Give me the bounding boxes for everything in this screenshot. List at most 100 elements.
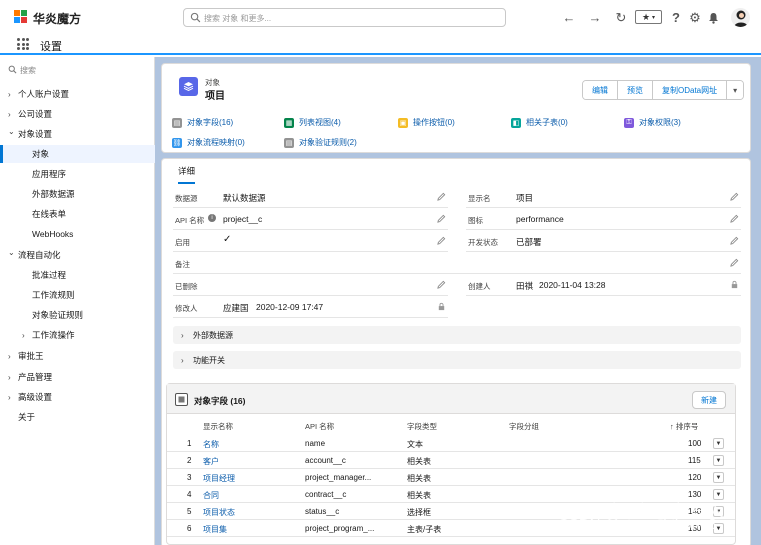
app-title: 设置 [40,41,62,53]
copy-odata-url-button[interactable]: 复制OData网址 [653,81,728,99]
sidebar-item-external-datasources[interactable]: 外部数据源 [0,185,155,203]
action-button-icon: ▣ [398,117,408,128]
field-label: 图标 [468,216,483,225]
sidebar-item-objects[interactable]: 对象 [0,145,155,163]
modified-by-link[interactable]: 应建国 [223,302,249,314]
quick-link-process-mapping[interactable]: ⛓ 对象流程映射(0) [172,137,245,148]
more-actions-dropdown[interactable]: ▾ [727,81,744,99]
quick-link-label: 对象字段(16) [187,118,234,127]
created-by-link[interactable]: 田祺 [516,280,533,292]
quick-link-list-views[interactable]: ▦ 列表视图(4) [284,117,341,128]
pencil-icon[interactable] [730,258,739,267]
quick-find-input[interactable]: 搜索 [6,62,146,78]
fields-icon: ▤ [172,117,182,128]
search-placeholder: 搜索 对象 和更多... [204,14,272,23]
sidebar-item-validation-rules[interactable]: 对象验证规则 [0,306,155,324]
sidebar-item-webhooks[interactable]: WebHooks [0,225,155,243]
quick-link-label: 对象权限(3) [639,118,681,127]
quick-link-label: 对象流程映射(0) [187,138,245,147]
user-avatar[interactable] [731,8,750,27]
refresh-icon[interactable]: ↻ [612,8,630,27]
sidebar-item-workflow-actions[interactable]: › 工作流操作 [0,326,155,344]
quick-link-validation-rules[interactable]: ▤ 对象验证规则(2) [284,137,357,148]
column-header-sort[interactable]: ↑ 排序号 [670,421,698,432]
back-arrow-icon[interactable]: ← [560,8,578,27]
pencil-icon[interactable] [730,192,739,201]
quick-link-related-tables[interactable]: ◧ 相关子表(0) [511,117,568,128]
field-label: 数据源 [175,194,198,203]
sidebar-item-label: 流程自动化 [18,250,61,260]
field-name-link[interactable]: 项目经理 [203,473,235,484]
validation-icon: ▤ [284,137,294,148]
favorites-button[interactable]: ★ ▾ [635,10,662,24]
sidebar-item-advanced-settings[interactable]: › 高级设置 [0,388,155,406]
sort-order-cell: 120 [688,473,702,482]
pencil-icon[interactable] [730,236,739,245]
sidebar-item-label: 关于 [18,412,36,422]
quick-link-object-permissions[interactable]: ⚿ 对象权限(3) [624,117,681,128]
sidebar-item-approval-process[interactable]: 批准过程 [0,266,155,284]
pencil-icon[interactable] [730,214,739,223]
field-name-link[interactable]: 客户 [203,456,219,467]
field-name-link[interactable]: 合同 [203,490,219,501]
section-external-datasource[interactable]: › 外部数据源 [173,326,741,344]
sidebar-item-product-management[interactable]: › 产品管理 [0,368,155,386]
permission-icon: ⚿ [624,117,634,128]
row-actions-dropdown[interactable]: ▼ [713,438,724,449]
sidebar-item-online-forms[interactable]: 在线表单 [0,205,155,223]
column-header[interactable]: 字段类型 [407,421,437,432]
api-name-cell: account__c [305,456,346,465]
watermark-csdn: CSDN @xiangzhihong8 [558,516,717,533]
table-row: 3 项目经理 project_manager... 相关表 120 ▼ [167,469,735,486]
sidebar-item-label: 公司设置 [18,109,53,119]
edit-button[interactable]: 编辑 [583,81,618,99]
quick-link-fields[interactable]: ▤ 对象字段(16) [172,117,233,128]
field-notes: 备注 [173,253,741,274]
sidebar-item-about[interactable]: 关于 [0,408,155,426]
quick-link-label: 相关子表(0) [526,118,568,127]
section-feature-toggles[interactable]: › 功能开关 [173,351,741,369]
sidebar-item-label: 工作流规则 [32,290,75,300]
field-name-link[interactable]: 项目状态 [203,507,235,518]
object-header-card: 对象 项目 编辑 预览 复制OData网址 ▾ ▤ 对象字段(16) ▦ 列表视… [161,63,751,153]
object-icon [179,77,198,96]
field-name-link[interactable]: 项目集 [203,524,227,535]
sidebar-item-approval-king[interactable]: › 审批王 [0,347,155,365]
section-title: 外部数据源 [193,330,233,340]
header-button-group: 编辑 预览 复制OData网址 ▾ [582,80,745,100]
quick-link-action-buttons[interactable]: ▣ 操作按钮(0) [398,117,455,128]
chevron-right-icon: › [8,392,11,402]
sidebar-item-apps[interactable]: 应用程序 [0,165,155,183]
brand-name: 华炎魔方 [33,12,82,26]
sidebar-item-personal-settings[interactable]: › 个人账户设置 [0,85,155,103]
preview-button[interactable]: 预览 [618,81,653,99]
info-icon[interactable]: i [208,214,216,222]
pencil-icon[interactable] [437,236,446,245]
search-icon [8,65,17,74]
row-number: 4 [187,490,192,499]
app-logo [14,10,28,24]
field-type-cell: 主表/子表 [407,525,442,534]
pencil-icon[interactable] [437,214,446,223]
tab-detail[interactable]: 详细 [178,165,196,184]
bell-icon[interactable] [704,8,722,27]
sidebar-item-company-settings[interactable]: › 公司设置 [0,105,155,123]
gear-icon[interactable]: ⚙ [686,8,704,27]
sidebar-item-object-settings[interactable]: ⌄ 对象设置 [0,125,155,143]
column-header[interactable]: 显示名称 [203,421,233,432]
field-name-link[interactable]: 名称 [203,439,219,450]
column-header[interactable]: 字段分组 [509,421,539,432]
global-search-input[interactable]: 搜索 对象 和更多... [183,8,506,27]
row-actions-dropdown[interactable]: ▼ [713,455,724,466]
new-field-button[interactable]: 新建 [692,391,726,409]
row-actions-dropdown[interactable]: ▼ [713,472,724,483]
column-header[interactable]: API 名称 [305,421,334,432]
sidebar-item-workflow-rules[interactable]: 工作流规则 [0,286,155,304]
app-launcher-icon[interactable] [17,38,29,50]
help-icon[interactable]: ? [667,8,685,27]
sidebar-item-process-automation[interactable]: ⌄ 流程自动化 [0,246,155,264]
pencil-icon[interactable] [437,280,446,289]
forward-arrow-icon[interactable]: → [586,8,604,27]
pencil-icon[interactable] [437,192,446,201]
field-api-name: API 名称 i project__c [173,209,448,230]
